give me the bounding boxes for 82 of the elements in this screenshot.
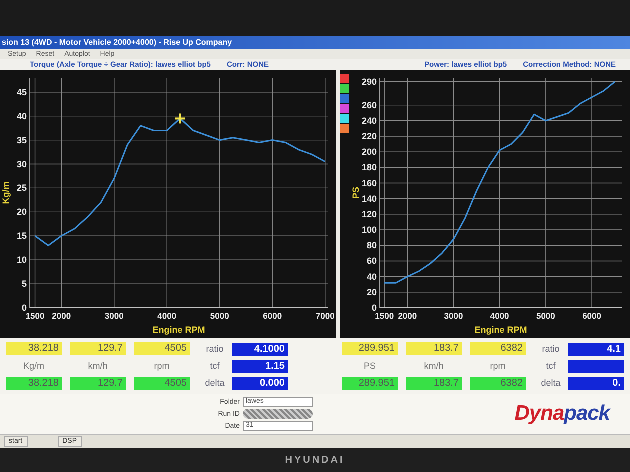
- axis-tick-label: 2000: [52, 311, 72, 321]
- parameter-label: ratio: [541, 344, 561, 354]
- legend-swatch[interactable]: [340, 124, 349, 133]
- dynapack-logo: Dynapack: [514, 402, 610, 426]
- axis-tick-label: 6000: [582, 311, 602, 321]
- axis-tick-label: 35: [16, 135, 27, 146]
- axis-tick-label: 60: [366, 256, 377, 266]
- parameter-value: 0.000: [232, 376, 288, 390]
- parameter-value: [568, 360, 624, 372]
- parameter-label: delta: [204, 378, 226, 388]
- readout-value: 4505: [134, 377, 190, 390]
- axis-tick-label: 6000: [263, 311, 282, 321]
- axis-tick-label: 5: [22, 279, 27, 290]
- parameter-value: 1.15: [232, 360, 288, 372]
- axis-title: Engine RPM: [474, 325, 528, 335]
- axis-tick-label: 7000: [316, 311, 335, 321]
- axis-tick-label: 220: [362, 131, 377, 142]
- unit-label: PS: [362, 361, 377, 371]
- unit-label: km/h: [87, 361, 109, 371]
- readout-value: 6382: [470, 377, 526, 390]
- axis-title: PS: [351, 187, 361, 199]
- axis-tick-label: 40: [16, 111, 27, 122]
- readout-value: 183.7: [406, 377, 462, 390]
- axis-tick-label: 180: [362, 162, 377, 173]
- axis-title: Kg/m: [1, 182, 11, 204]
- parameter-value: 4.1000: [232, 342, 288, 356]
- axis-tick-label: 20: [16, 207, 27, 218]
- readout-value: 289.951: [342, 377, 398, 390]
- readout-value: 38.218: [6, 377, 62, 390]
- axis-tick-label: 200: [362, 147, 377, 158]
- axis-tick-label: 10: [16, 255, 27, 266]
- parameter-value: 4.1: [568, 342, 624, 356]
- parameter-label: tcf: [209, 361, 221, 371]
- legend-swatch[interactable]: [340, 114, 349, 123]
- axis-tick-label: 25: [16, 183, 27, 194]
- axis-tick-label: 140: [362, 194, 377, 204]
- axis-tick-label: 4000: [490, 311, 510, 321]
- axis-tick-label: 4000: [158, 311, 177, 321]
- axis-title: Engine RPM: [152, 325, 206, 335]
- readout-value: 289.951: [342, 342, 398, 355]
- window-title: sion 13 (4WD - Motor Vehicle 2000+4000) - Rise Up Company: [2, 38, 232, 47]
- parameter-label: ratio: [205, 344, 225, 354]
- readout-value: 6382: [470, 342, 526, 355]
- axis-tick-label: 1500: [375, 311, 394, 321]
- axis-tick-label: 2000: [398, 311, 418, 321]
- parameter-label: delta: [540, 378, 562, 388]
- axis-tick-label: 240: [362, 116, 377, 126]
- axis-tick-label: 15: [16, 231, 27, 242]
- legend-swatch[interactable]: [340, 74, 349, 83]
- axis-tick-label: 1500: [26, 311, 45, 321]
- crosshair-icon: [175, 114, 186, 124]
- axis-tick-label: 80: [366, 240, 377, 251]
- axis-tick-label: 20: [366, 287, 377, 298]
- axis-tick-label: 40: [366, 272, 377, 282]
- readout-value: 183.7: [406, 342, 462, 355]
- axis-tick-label: 3000: [444, 311, 464, 321]
- axis-tick-label: 0: [22, 303, 27, 313]
- unit-label: rpm: [153, 361, 171, 371]
- axis-tick-label: 45: [16, 87, 27, 98]
- axis-tick-label: 120: [362, 209, 377, 220]
- readout-value: 129.7: [70, 377, 126, 390]
- axis-tick-label: 290: [362, 76, 377, 87]
- axis-tick-label: 5000: [210, 311, 230, 321]
- axis-tick-label: 3000: [104, 311, 124, 321]
- unit-label: Kg/m: [22, 361, 46, 371]
- parameter-value: 0.: [568, 376, 624, 390]
- axis-tick-label: 100: [362, 225, 377, 236]
- legend-swatch[interactable]: [340, 104, 349, 113]
- readout-value: 38.218: [6, 342, 62, 355]
- legend-swatch[interactable]: [340, 84, 349, 93]
- unit-label: km/h: [423, 361, 445, 371]
- unit-label: rpm: [489, 361, 507, 371]
- readout-value: 4505: [134, 342, 190, 355]
- axis-tick-label: 260: [362, 100, 377, 110]
- parameter-label: tcf: [545, 361, 557, 371]
- axis-tick-label: 0: [372, 303, 377, 313]
- axis-tick-label: 160: [362, 178, 377, 188]
- readout-value: 129.7: [70, 342, 126, 355]
- legend-swatch[interactable]: [340, 94, 349, 103]
- brand-label: HYUNDAI: [285, 454, 345, 466]
- axis-tick-label: 30: [16, 159, 27, 170]
- axis-tick-label: 5000: [536, 311, 556, 321]
